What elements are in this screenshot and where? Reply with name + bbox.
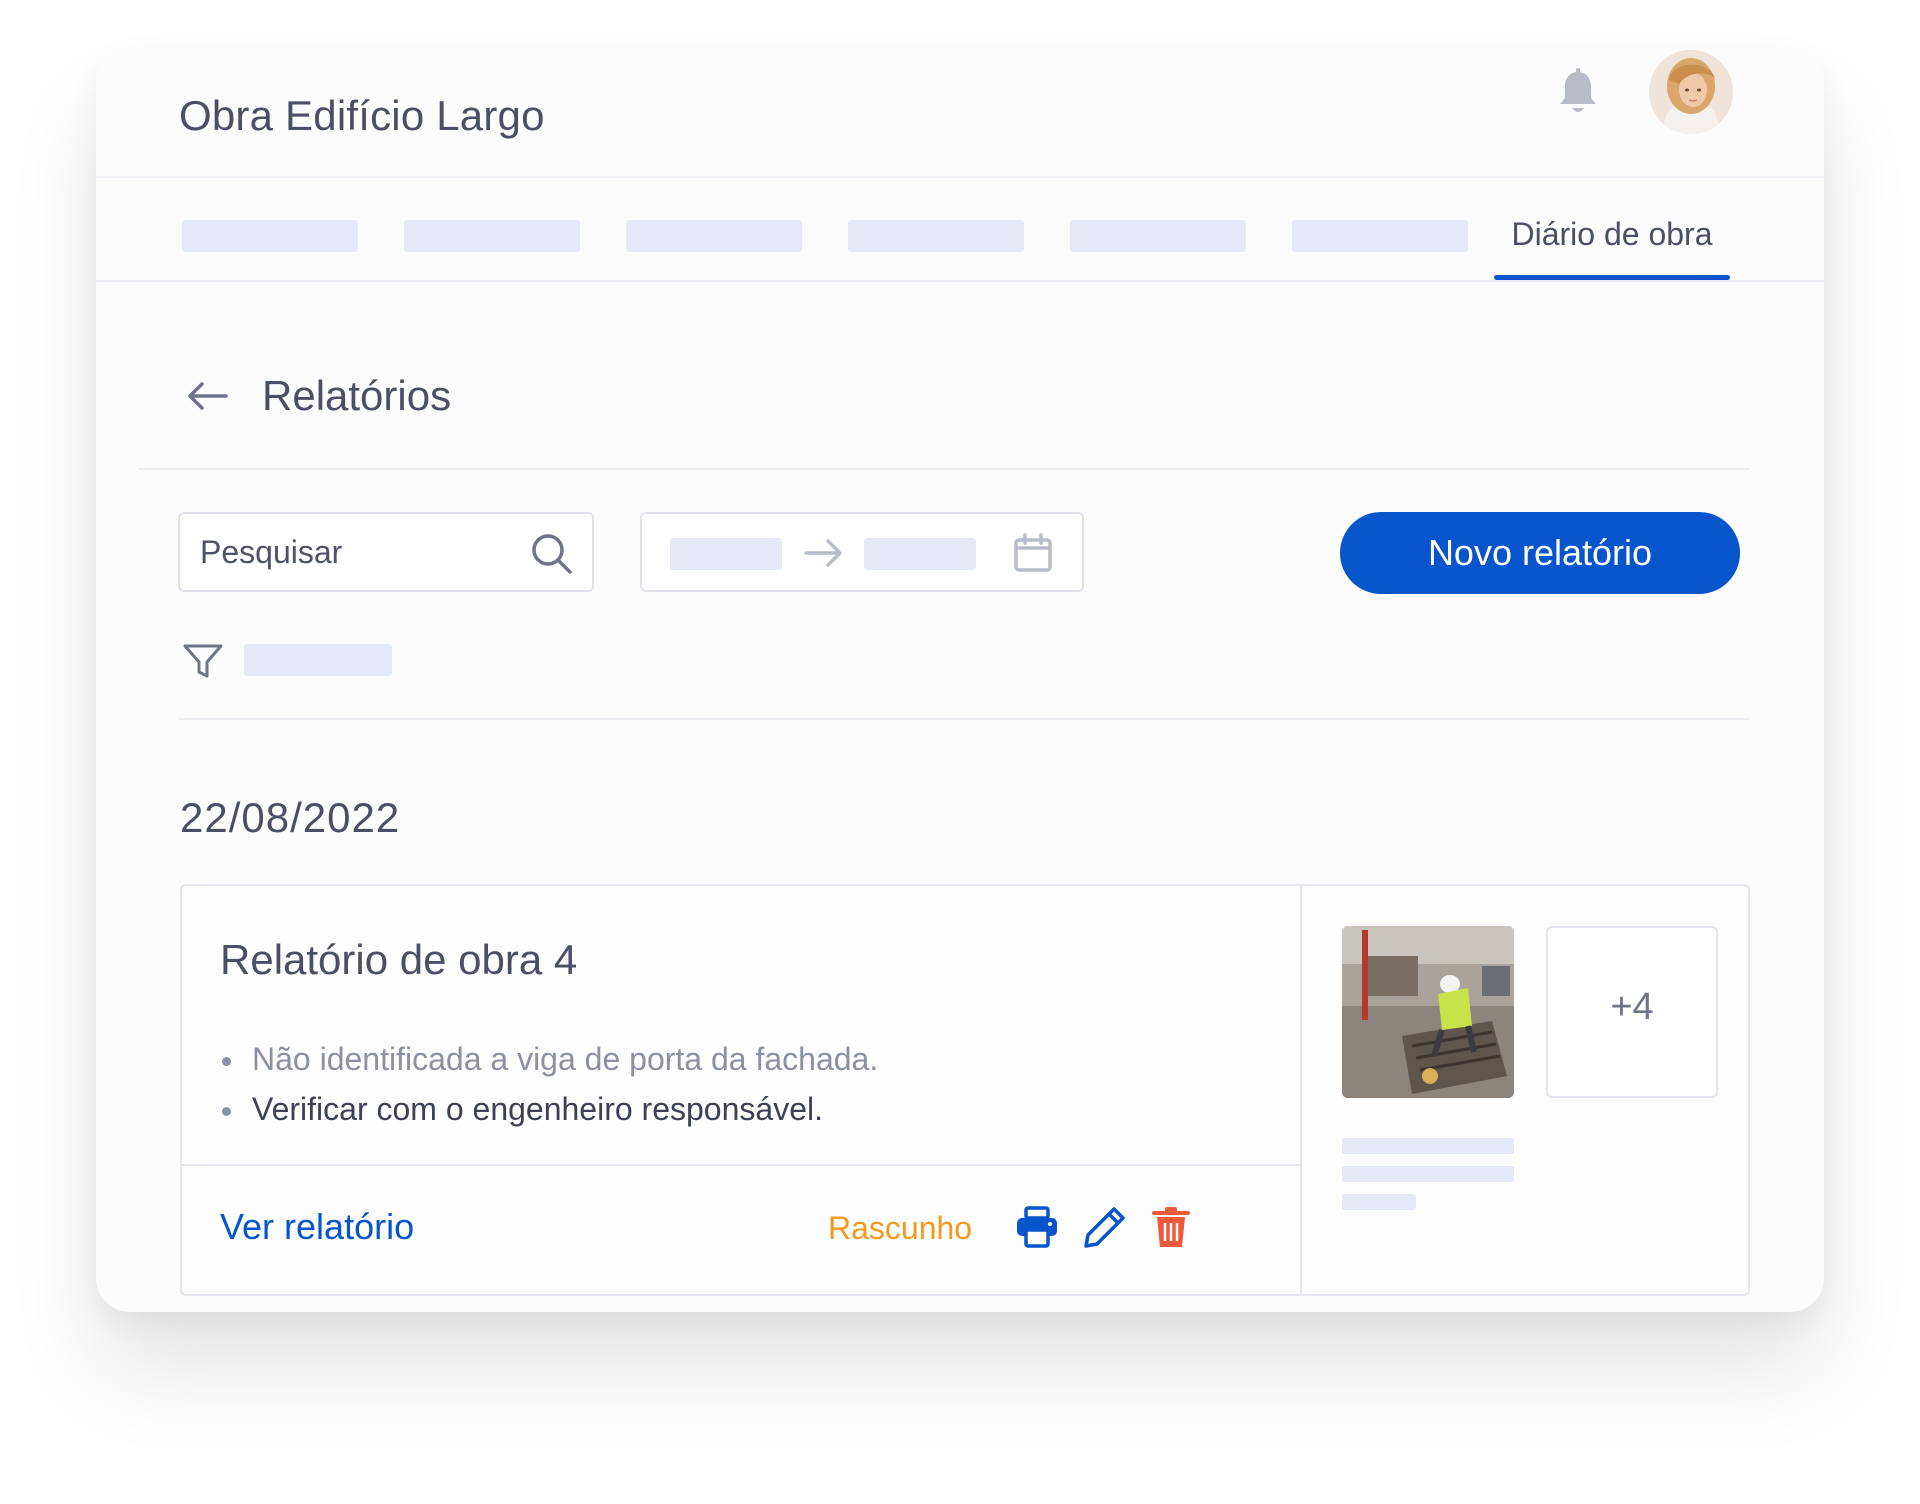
project-title: Obra Edifício Largo [179, 92, 545, 139]
printer-icon[interactable] [1014, 1204, 1060, 1250]
top-header: Obra Edifício Largo [96, 48, 1824, 178]
card-divider [1300, 886, 1302, 1294]
search-icon[interactable] [530, 532, 574, 576]
report-notes: Não identificada a viga de porta da fach… [220, 1034, 878, 1134]
user-avatar[interactable] [1649, 50, 1733, 134]
report-photo[interactable] [1342, 926, 1514, 1098]
pencil-icon[interactable] [1082, 1204, 1128, 1250]
tab-placeholder-4[interactable] [848, 220, 1024, 252]
date-range-picker[interactable] [640, 512, 1084, 592]
report-card: Relatório de obra 4 Não identificada a v… [180, 884, 1750, 1296]
report-title: Relatório de obra 4 [220, 936, 578, 983]
tab-placeholder-6[interactable] [1292, 220, 1468, 252]
search-placeholder: Pesquisar [200, 534, 343, 570]
tab-placeholder-1[interactable] [182, 220, 358, 252]
divider [179, 718, 1749, 720]
caption-placeholder [1342, 1138, 1514, 1154]
divider [138, 468, 1750, 470]
more-photos-count: +4 [1610, 986, 1654, 1028]
more-photos-button[interactable]: +4 [1546, 926, 1718, 1098]
arrow-right-icon [804, 539, 842, 567]
construction-photo [1342, 926, 1514, 1098]
note-item: Não identificada a viga de porta da fach… [220, 1034, 878, 1084]
card-divider [182, 1164, 1300, 1166]
status-badge: Rascunho [828, 1210, 973, 1246]
tab-placeholder-3[interactable] [626, 220, 802, 252]
end-date-placeholder [864, 538, 976, 570]
trash-icon[interactable] [1148, 1204, 1194, 1250]
search-input[interactable]: Pesquisar [178, 512, 594, 592]
tab-diario-de-obra[interactable]: Diário de obra [1494, 206, 1730, 280]
new-report-button[interactable]: Novo relatório [1340, 512, 1740, 594]
caption-placeholder [1342, 1194, 1416, 1210]
filter-placeholder[interactable] [244, 644, 392, 676]
page-title: Relatórios [262, 372, 452, 419]
start-date-placeholder [670, 538, 782, 570]
tab-label: Diário de obra [1511, 216, 1713, 252]
tab-bar: Diário de obra [96, 178, 1824, 282]
view-report-link[interactable]: Ver relatório [220, 1206, 414, 1248]
arrow-left-icon[interactable] [184, 378, 230, 414]
app-window: Obra Edifício Largo Diário de obra Relat… [96, 48, 1824, 1312]
bell-icon[interactable] [1556, 68, 1600, 118]
tab-placeholder-5[interactable] [1070, 220, 1246, 252]
date-group-heading: 22/08/2022 [180, 794, 401, 841]
active-tab-indicator [1494, 275, 1730, 280]
calendar-icon[interactable] [1012, 532, 1054, 574]
avatar-portrait [1649, 50, 1733, 134]
note-item: Verificar com o engenheiro responsável. [220, 1084, 878, 1134]
caption-placeholder [1342, 1166, 1514, 1182]
filter-icon[interactable] [182, 642, 224, 680]
tab-placeholder-2[interactable] [404, 220, 580, 252]
